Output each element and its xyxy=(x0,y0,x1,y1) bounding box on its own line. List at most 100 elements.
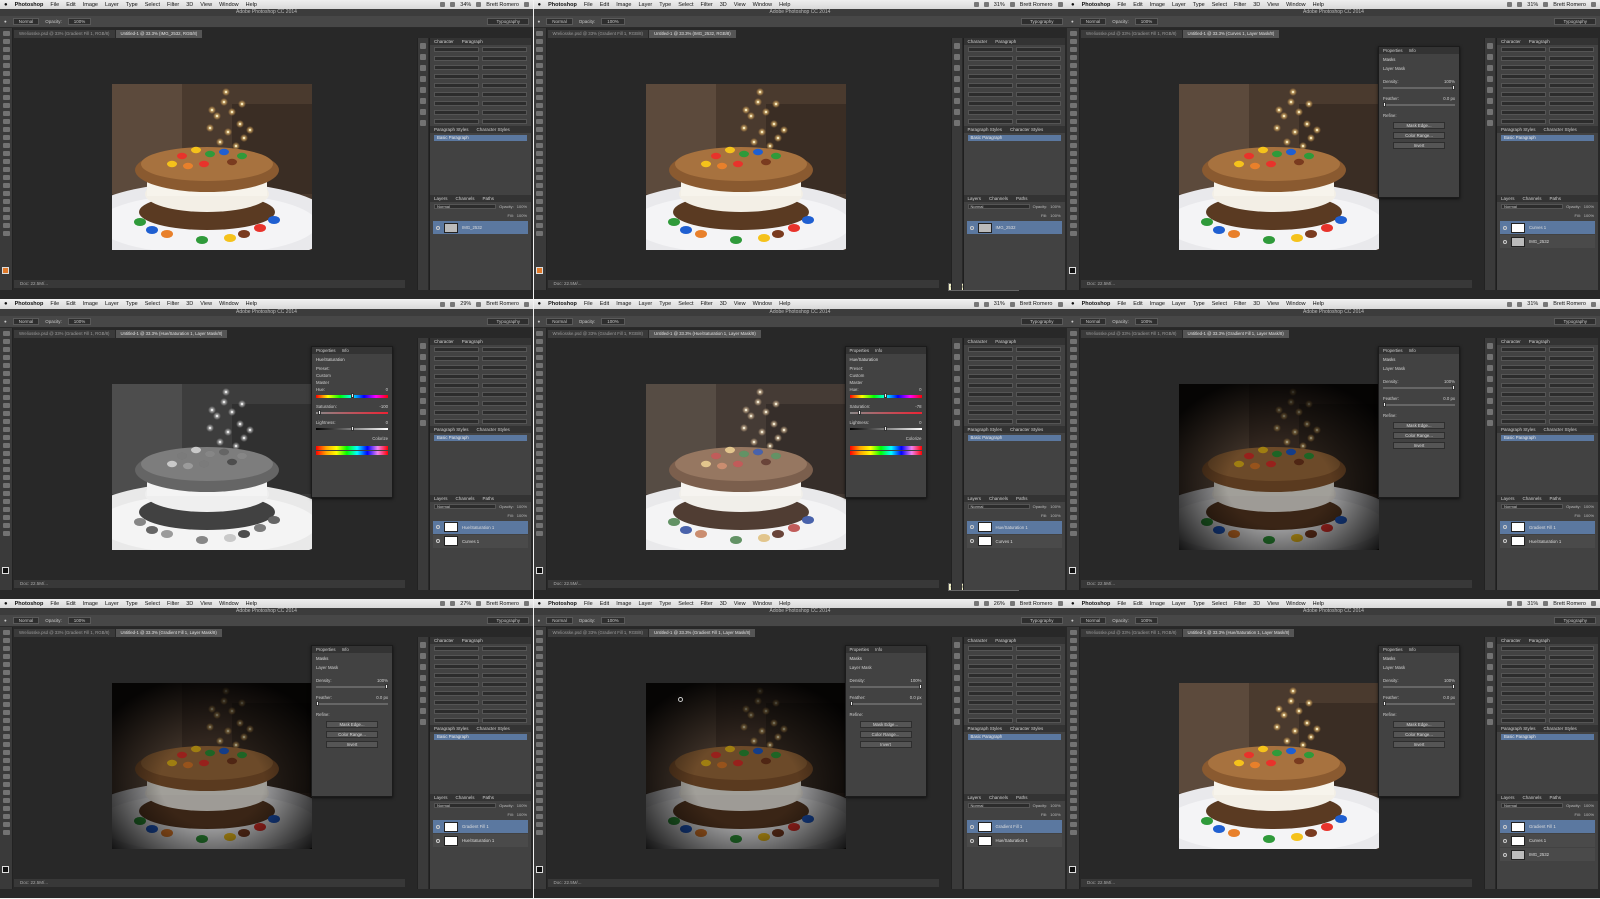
layer-name[interactable]: IMG_2532 xyxy=(1529,239,1549,244)
tool-icon[interactable] xyxy=(1069,199,1077,204)
battery-icon[interactable] xyxy=(1543,2,1549,7)
tab-character[interactable]: Character xyxy=(434,38,454,45)
menu-item[interactable]: Select xyxy=(678,301,693,307)
basic-paragraph-style[interactable]: Basic Paragraph xyxy=(967,434,1061,441)
tool-icon[interactable] xyxy=(536,742,543,747)
character-field[interactable] xyxy=(1015,646,1061,651)
layer-blend-mode-select[interactable]: Normal xyxy=(434,204,497,209)
saturation-value[interactable]: -78 xyxy=(915,404,921,409)
character-field[interactable] xyxy=(1501,655,1546,660)
mask-edge-button[interactable]: Mask Edge... xyxy=(1393,721,1445,728)
character-field[interactable] xyxy=(1015,346,1061,352)
tool-icon[interactable] xyxy=(536,207,543,212)
document-tab[interactable]: Wreliosske.psd @ 33% (Gradient Fill 1, R… xyxy=(1081,329,1182,338)
tool-icon[interactable] xyxy=(536,71,543,76)
battery-icon[interactable] xyxy=(476,301,482,307)
character-field[interactable] xyxy=(1015,74,1061,79)
character-field[interactable] xyxy=(1015,364,1061,370)
battery-icon[interactable] xyxy=(1009,301,1015,307)
menu-item[interactable]: Image xyxy=(83,301,98,307)
apple-icon[interactable]: ● xyxy=(1071,2,1075,8)
tool-icon[interactable] xyxy=(1069,402,1077,408)
character-field[interactable] xyxy=(1501,382,1546,388)
workspace-switcher[interactable]: Typography xyxy=(1020,617,1063,624)
feather-slider-knob[interactable] xyxy=(1383,701,1386,706)
tool-icon[interactable] xyxy=(1069,490,1077,496)
lightness-slider[interactable] xyxy=(849,425,922,431)
properties-panel[interactable]: Properties Info Masks Layer Mask Density: 100… xyxy=(1378,645,1460,797)
menu-item[interactable]: Edit xyxy=(66,601,75,607)
character-field[interactable] xyxy=(1501,47,1546,52)
dock-panel-icon[interactable] xyxy=(420,109,426,115)
character-field[interactable] xyxy=(1549,418,1594,424)
layer-row[interactable]: Curves 1 xyxy=(1500,834,1595,847)
character-field[interactable] xyxy=(1015,56,1061,61)
workspace-switcher[interactable]: Typography xyxy=(1554,317,1596,325)
tool-icon[interactable] xyxy=(536,490,543,496)
character-field[interactable] xyxy=(434,56,479,61)
tab-info[interactable]: Info xyxy=(342,347,349,354)
tool-icon[interactable] xyxy=(2,119,10,124)
tool-icon[interactable] xyxy=(2,662,10,667)
battery-icon[interactable] xyxy=(1543,301,1549,307)
tool-icon[interactable] xyxy=(536,662,543,667)
character-field[interactable] xyxy=(1549,56,1594,61)
document-tab-active[interactable]: Untitled-1 @ 33.3% (Curves 1, Layer Mask… xyxy=(1182,30,1280,38)
tool-icon[interactable] xyxy=(2,223,10,228)
color-range-button[interactable]: Color Range... xyxy=(859,731,912,738)
tool-icon[interactable] xyxy=(2,338,10,344)
density-slider-knob[interactable] xyxy=(385,684,389,689)
tool-icon[interactable] xyxy=(1069,670,1077,675)
tool-icon[interactable] xyxy=(536,710,543,715)
menu-item[interactable]: Help xyxy=(779,2,790,8)
layer-name[interactable]: Gradient Fill 1 xyxy=(1529,525,1556,530)
layer-name[interactable]: Hue/Saturation 1 xyxy=(996,525,1028,530)
saturation-slider[interactable] xyxy=(316,409,388,415)
character-field[interactable] xyxy=(482,655,527,660)
layer-opacity-field[interactable]: 100% xyxy=(1050,204,1060,209)
tool-icon[interactable] xyxy=(1069,662,1077,667)
tool-icon[interactable] xyxy=(2,774,10,779)
character-field[interactable] xyxy=(1549,700,1594,705)
tool-icon[interactable] xyxy=(1069,782,1077,787)
invert-button[interactable]: Invert xyxy=(1393,441,1445,449)
tool-icon[interactable] xyxy=(536,87,543,92)
character-field[interactable] xyxy=(1015,382,1061,388)
dock-panel-icon[interactable] xyxy=(1487,686,1493,692)
foreground-color-swatch[interactable] xyxy=(1069,267,1076,274)
tool-icon[interactable] xyxy=(536,338,543,344)
tool-icon[interactable] xyxy=(2,191,10,196)
character-field[interactable] xyxy=(482,65,527,70)
character-field[interactable] xyxy=(434,709,479,714)
workspace-switcher[interactable]: Typography xyxy=(487,18,529,25)
tool-icon[interactable] xyxy=(2,143,10,148)
menu-item[interactable]: Edit xyxy=(1133,2,1142,8)
tool-icon[interactable] xyxy=(1069,215,1077,220)
menu-item[interactable]: Edit xyxy=(1133,301,1142,307)
layer-row[interactable]: IMG_2532 xyxy=(1500,235,1595,248)
dock-panel-icon[interactable] xyxy=(1487,386,1493,393)
character-field[interactable] xyxy=(967,101,1013,106)
density-slider[interactable] xyxy=(1383,684,1456,689)
tool-icon[interactable] xyxy=(1069,386,1077,392)
dock-panel-icon[interactable] xyxy=(420,675,426,681)
tab-layers[interactable]: Layers xyxy=(968,195,982,202)
menu-item[interactable]: Filter xyxy=(1234,601,1246,607)
menu-item[interactable]: Help xyxy=(1313,601,1324,607)
character-field[interactable] xyxy=(1015,409,1061,415)
tool-icon[interactable] xyxy=(2,370,10,376)
tab-character[interactable]: Character xyxy=(1501,338,1521,345)
dock-panel-icon[interactable] xyxy=(953,43,960,49)
character-field[interactable] xyxy=(1549,646,1594,651)
menu-item[interactable]: Type xyxy=(126,601,138,607)
tool-icon[interactable] xyxy=(2,806,10,811)
tool-icon[interactable] xyxy=(2,482,10,488)
character-field[interactable] xyxy=(967,119,1013,124)
tab-paragraph-styles[interactable]: Paragraph Styles xyxy=(434,725,469,732)
dock-panel-icon[interactable] xyxy=(953,120,960,126)
battery-icon[interactable] xyxy=(1009,2,1015,7)
dock-panel-icon[interactable] xyxy=(420,419,426,426)
menu-item[interactable]: 3D xyxy=(186,301,193,307)
character-field[interactable] xyxy=(434,391,479,397)
dock-panel-icon[interactable] xyxy=(420,386,426,393)
